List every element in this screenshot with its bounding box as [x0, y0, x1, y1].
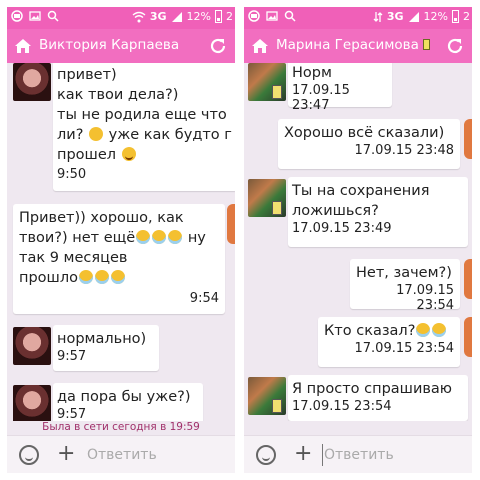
contact-name: Виктория Карпаева — [39, 37, 180, 53]
smiley-icon[interactable] — [256, 445, 276, 465]
battery-emoji-icon — [422, 39, 430, 50]
plus-icon[interactable]: + — [294, 441, 312, 466]
status-extra: 2 — [226, 10, 233, 23]
data-transfer-icon — [373, 11, 383, 22]
battery-percent: 12% — [423, 10, 448, 23]
message-text: Хорошо всё сказали) — [284, 125, 445, 141]
message-time: 17.09.15 23:54 — [396, 283, 454, 313]
photo-icon — [29, 11, 41, 21]
message-bubble-incoming[interactable]: нормально) 9:57 — [53, 325, 159, 371]
message-text: да пора бы уже?) — [57, 389, 191, 405]
battery-icon — [215, 10, 222, 23]
presence-status: Была в сети сегодня в 19:59 — [42, 421, 200, 433]
message-text: Норм — [292, 65, 332, 81]
my-avatar-edge — [464, 259, 472, 299]
message-text: привет) как твои дела?) ты не родила еще… — [57, 67, 232, 163]
message-time: 17.09.15 23:49 — [292, 221, 392, 236]
search-icon — [284, 10, 296, 22]
joy-emoji-icon — [168, 230, 183, 244]
chat-screen-right: 3G 12% 2 Марина Герасимова Норм 17.09.15… — [244, 7, 472, 473]
search-icon — [47, 10, 59, 22]
wifi-icon — [132, 11, 146, 22]
message-text: Привет)) хорошо, как твои?) нет ещё ну т… — [19, 210, 206, 286]
joy-emoji-icon — [110, 270, 125, 284]
message-time: 17.09.15 23:47 — [292, 83, 350, 113]
app-notification-icon — [248, 10, 260, 22]
contact-avatar[interactable] — [13, 63, 51, 101]
chat-screen-left: 3G 12% 2 Виктория Карпаева привет) как т… — [7, 7, 235, 473]
chat-header: Виктория Карпаева — [7, 29, 235, 63]
message-list[interactable]: привет) как твои дела?) ты не родила еще… — [7, 63, 235, 421]
message-text: нормально) — [57, 331, 147, 347]
contact-avatar[interactable] — [248, 63, 286, 101]
composer: + Ответить — [244, 435, 472, 473]
contact-name: Марина Герасимова — [276, 37, 430, 53]
joy-emoji-icon — [152, 230, 167, 244]
message-bubble-outgoing[interactable]: Хорошо всё сказали) 17.09.15 23:48 — [278, 119, 460, 169]
joy-emoji-icon — [432, 323, 447, 337]
joy-emoji-icon — [94, 270, 109, 284]
battery-percent: 12% — [186, 10, 211, 23]
app-notification-icon — [11, 10, 23, 22]
status-extra: 2 — [463, 10, 470, 23]
status-bar: 3G 12% 2 — [244, 7, 472, 29]
signal-icon — [408, 11, 419, 22]
message-time: 9:57 — [57, 349, 87, 364]
message-time: 17.09.15 23:54 — [292, 399, 392, 414]
refresh-icon[interactable] — [445, 36, 465, 56]
network-type: 3G — [386, 10, 404, 23]
message-bubble-incoming[interactable]: Норм 17.09.15 23:47 — [288, 63, 392, 113]
refresh-icon[interactable] — [208, 36, 228, 56]
message-text: Я просто спрашиваю — [292, 381, 453, 397]
signal-icon — [171, 11, 182, 22]
my-avatar-edge — [227, 204, 235, 244]
joy-emoji-icon — [136, 230, 151, 244]
plus-icon[interactable]: + — [57, 441, 75, 466]
smiley-icon[interactable] — [19, 445, 39, 465]
message-bubble-incoming[interactable]: Я просто спрашиваю 17.09.15 23:54 — [288, 375, 468, 421]
contact-avatar[interactable] — [248, 179, 286, 217]
smile-emoji-icon — [121, 147, 136, 161]
message-bubble-outgoing[interactable]: Кто сказал? 17.09.15 23:54 — [318, 317, 460, 367]
message-text: Ты на сохранения ложишься? — [292, 183, 430, 219]
message-time: 9:57 — [57, 407, 87, 421]
joy-emoji-icon — [78, 270, 93, 284]
composer: + Ответить — [7, 435, 235, 473]
message-bubble-outgoing[interactable]: Привет)) хорошо, как твои?) нет ещё ну т… — [13, 204, 225, 314]
message-bubble-incoming[interactable]: Ты на сохранения ложишься? 17.09.15 23:4… — [288, 177, 468, 247]
home-icon[interactable] — [250, 36, 270, 56]
message-time: 9:50 — [57, 167, 87, 182]
status-bar: 3G 12% 2 — [7, 7, 235, 29]
contact-avatar[interactable] — [13, 327, 51, 365]
text-cursor — [322, 444, 323, 466]
message-text: Кто сказал? — [324, 321, 454, 341]
contact-avatar[interactable] — [248, 377, 286, 415]
my-avatar-edge — [464, 317, 472, 357]
message-time: 17.09.15 23:48 — [354, 143, 455, 158]
network-type: 3G — [149, 10, 167, 23]
message-list[interactable]: Норм 17.09.15 23:47 Хорошо всё сказали) … — [244, 63, 472, 421]
chat-header: Марина Герасимова — [244, 29, 472, 63]
message-bubble-outgoing[interactable]: Нет, зачем?) 17.09.15 23:54 — [350, 259, 460, 313]
message-time: 17.09.15 23:54 — [354, 341, 455, 356]
joy-emoji-icon — [416, 323, 431, 337]
my-avatar-edge — [464, 119, 472, 159]
battery-icon — [452, 10, 459, 23]
message-time: 9:54 — [189, 291, 219, 306]
home-icon[interactable] — [13, 36, 33, 56]
grin-emoji-icon — [89, 127, 103, 141]
message-bubble-incoming[interactable]: да пора бы уже?) 9:57 — [53, 383, 203, 421]
message-bubble-incoming[interactable]: привет) как твои дела?) ты не родила еще… — [53, 63, 235, 191]
reply-input[interactable]: Ответить — [87, 447, 157, 463]
message-text: Нет, зачем?) — [356, 265, 452, 281]
contact-avatar[interactable] — [13, 385, 51, 421]
reply-input[interactable]: Ответить — [324, 447, 394, 463]
photo-icon — [266, 11, 278, 21]
